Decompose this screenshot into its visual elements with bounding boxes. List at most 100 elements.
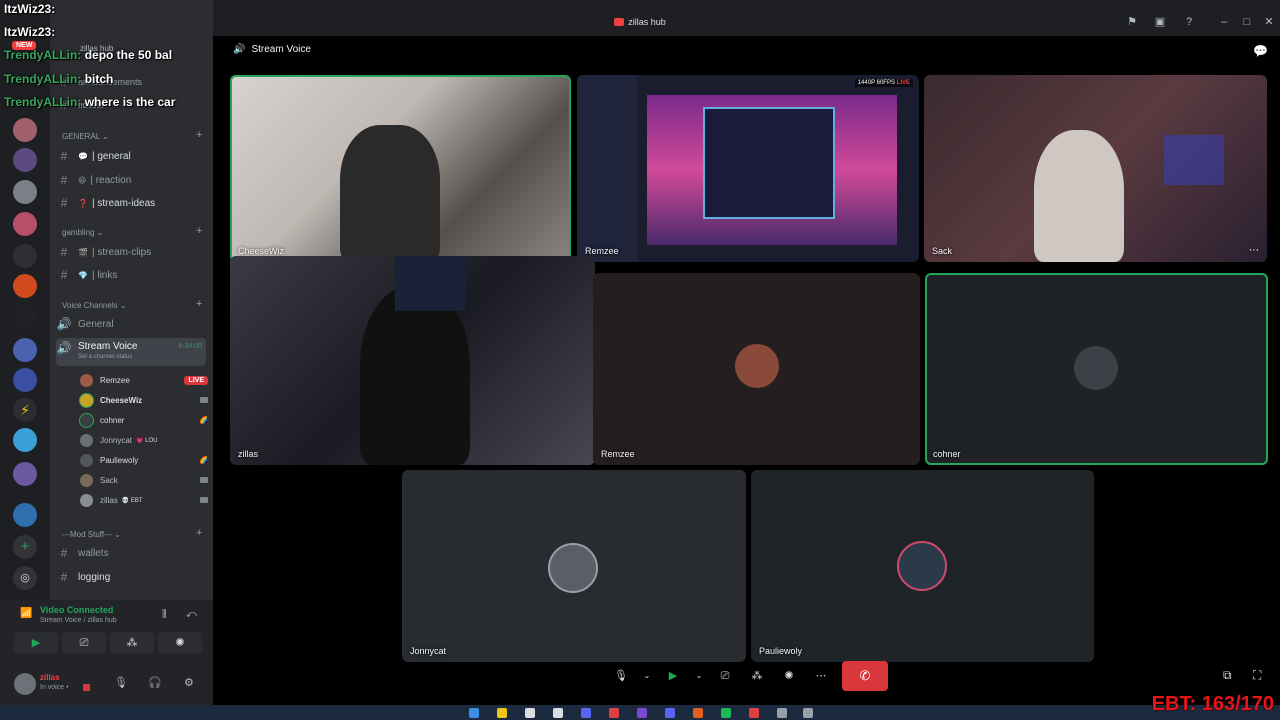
voice-user-cohner[interactable]: cohner 🌈 [80, 411, 208, 429]
screen-icon[interactable]: ▣ [1154, 16, 1166, 28]
avatar [80, 473, 93, 487]
app-icon[interactable] [749, 708, 759, 718]
app-icon[interactable] [609, 708, 619, 718]
channel-stream-ideas[interactable]: # ❓ | stream-ideas [56, 193, 206, 213]
video-tile-zillas[interactable]: zillas [230, 256, 595, 465]
screen-share-button[interactable]: ⎚ [62, 632, 106, 654]
maximize-icon[interactable]: □ [1241, 16, 1253, 28]
server-icon[interactable] [13, 428, 37, 452]
voice-user-cheesewiz[interactable]: CheeseWiz [80, 391, 208, 409]
add-server-icon[interactable]: + [13, 535, 37, 559]
voice-channel-general[interactable]: 🔊 General [56, 314, 206, 334]
app-icon[interactable] [637, 708, 647, 718]
username[interactable]: zillas [40, 673, 60, 682]
add-channel-icon[interactable]: + [196, 129, 202, 141]
more-options-icon[interactable]: ⋯ [1249, 245, 1259, 256]
app-icon[interactable] [803, 708, 813, 718]
microphone-button[interactable]: 🎙 [610, 665, 632, 687]
noise-suppression-icon[interactable]: ⫼ [162, 609, 167, 620]
server-icon[interactable] [13, 148, 37, 172]
channel-stream-clips[interactable]: # 🎬 | stream-clips [56, 242, 206, 262]
chat-message: TrendyALLin: where is the car [4, 95, 176, 109]
disconnect-icon[interactable]: ⤺ [186, 609, 197, 620]
voice-user-zillas[interactable]: zillas 💀 EBT [80, 491, 208, 509]
category-voice[interactable]: Voice Channels ⌄ [62, 301, 127, 310]
headphones-icon[interactable]: 🎧 [148, 676, 162, 689]
chevron-down-icon[interactable]: ⌄ [642, 665, 652, 687]
settings-gear-icon[interactable]: ⚙ [184, 676, 194, 689]
microphone-icon[interactable]: 🎙 [114, 676, 128, 689]
server-icon[interactable] [13, 306, 37, 330]
app-icon[interactable] [525, 708, 535, 718]
voice-user-sack[interactable]: Sack [80, 471, 208, 489]
category-general[interactable]: GENERAL ⌄ [62, 132, 109, 141]
channel-reaction[interactable]: # 😆 | reaction [56, 170, 206, 190]
discover-icon[interactable]: ◎ [13, 566, 37, 590]
voice-user-jonnycat[interactable]: Jonnycat 💗 LOU [80, 431, 208, 449]
server-icon[interactable] [13, 244, 37, 268]
category-gambling[interactable]: gambling ⌄ [62, 228, 103, 237]
voice-user-pauliewoly[interactable]: Pauliewoly 🌈 [80, 451, 208, 469]
steam-icon[interactable] [777, 708, 787, 718]
chat-bubble-icon[interactable]: 💬 [1253, 44, 1268, 58]
popout-icon[interactable]: ⧉ [1223, 668, 1232, 683]
add-channel-icon[interactable]: + [196, 225, 202, 237]
category-mod-stuff[interactable]: ---Mod Stuff--- ⌄ [62, 530, 121, 539]
help-icon[interactable]: ? [1183, 16, 1195, 28]
close-icon[interactable]: ✕ [1263, 16, 1275, 28]
server-icon[interactable] [13, 503, 37, 527]
app-icon[interactable] [693, 708, 703, 718]
video-tile-remzee-stream[interactable]: 1440P 60FPS LIVE Remzee [577, 75, 919, 262]
camera-toggle-button[interactable]: ▶ [14, 632, 58, 654]
hang-up-button[interactable]: ✆ [842, 661, 888, 691]
activities-button[interactable]: ⁂ [110, 632, 154, 654]
server-icon[interactable] [13, 118, 37, 142]
bolt-icon[interactable]: ⚡ [13, 398, 37, 422]
video-tile-remzee[interactable]: Remzee [593, 273, 920, 465]
video-tile-jonnycat[interactable]: Jonnycat [402, 470, 746, 662]
spotify-icon[interactable] [721, 708, 731, 718]
video-tile-cheesewiz[interactable]: CheeseWiz [230, 75, 571, 262]
app-icon[interactable] [553, 708, 563, 718]
screen-share-button[interactable]: ⎚ [714, 665, 736, 687]
channel-links[interactable]: # 💎 | links [56, 265, 206, 285]
slot-reels [703, 107, 835, 219]
camera-button[interactable]: ▶ [662, 665, 684, 687]
channel-general[interactable]: # 💬 | general [56, 146, 206, 166]
voice-channel-stream-voice[interactable]: 🔊 Stream Voice Set a channel status 6:34… [56, 338, 206, 366]
minimize-icon[interactable]: – [1218, 16, 1230, 28]
avatar[interactable] [14, 673, 36, 695]
server-icon[interactable] [13, 180, 37, 204]
signal-icon[interactable]: 📶 [20, 608, 32, 619]
start-icon[interactable] [469, 708, 479, 718]
os-taskbar [0, 705, 1280, 720]
activities-button[interactable]: ⁂ [746, 665, 768, 687]
add-channel-icon[interactable]: + [196, 298, 202, 310]
voice-status-subtitle[interactable]: Stream Voice / zillas hub [40, 617, 117, 624]
add-channel-icon[interactable]: + [196, 527, 202, 539]
user-avatar [735, 344, 779, 388]
fullscreen-icon[interactable]: ⛶ [1253, 668, 1261, 683]
video-tile-cohner[interactable]: cohner [925, 273, 1268, 465]
server-icon[interactable] [13, 368, 37, 392]
discord-icon[interactable] [665, 708, 675, 718]
channel-wallets[interactable]: # wallets [56, 543, 206, 563]
chevron-down-icon[interactable]: ⌄ [694, 665, 704, 687]
inbox-icon[interactable]: ⚑ [1126, 16, 1138, 28]
voice-user-remzee[interactable]: Remzee LIVE [80, 371, 208, 389]
hash-icon: # [60, 245, 68, 259]
soundboard-button[interactable]: ✺ [778, 665, 800, 687]
video-tile-sack[interactable]: Sack ⋯ [924, 75, 1267, 262]
more-options-button[interactable]: ⋯ [810, 665, 832, 687]
server-icon[interactable] [13, 338, 37, 362]
soundboard-button[interactable]: ✺ [158, 632, 202, 654]
channel-logging[interactable]: # logging [56, 567, 206, 587]
server-icon[interactable] [13, 462, 37, 486]
server-icon[interactable] [13, 212, 37, 236]
server-icon[interactable] [13, 274, 37, 298]
app-icon[interactable] [581, 708, 591, 718]
camera-icon [200, 497, 208, 503]
file-explorer-icon[interactable] [497, 708, 507, 718]
camera-icon [200, 477, 208, 483]
video-tile-pauliewoly[interactable]: Pauliewoly [751, 470, 1094, 662]
